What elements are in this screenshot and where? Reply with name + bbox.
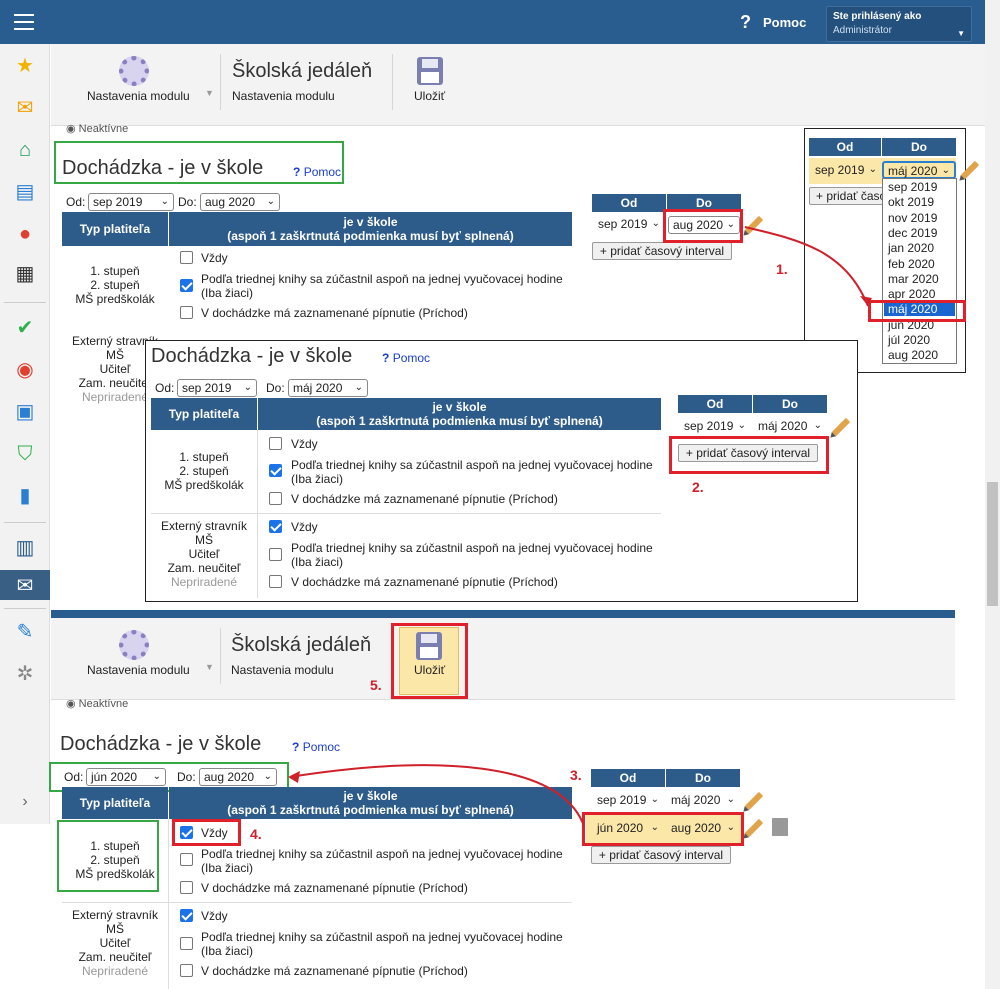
arrowhead-3 — [288, 771, 300, 783]
annotation-arrows — [288, 226, 872, 827]
arrowhead-1 — [860, 296, 872, 306]
arrow-step-1 — [744, 226, 869, 307]
arrow-step-3 — [289, 764, 585, 827]
